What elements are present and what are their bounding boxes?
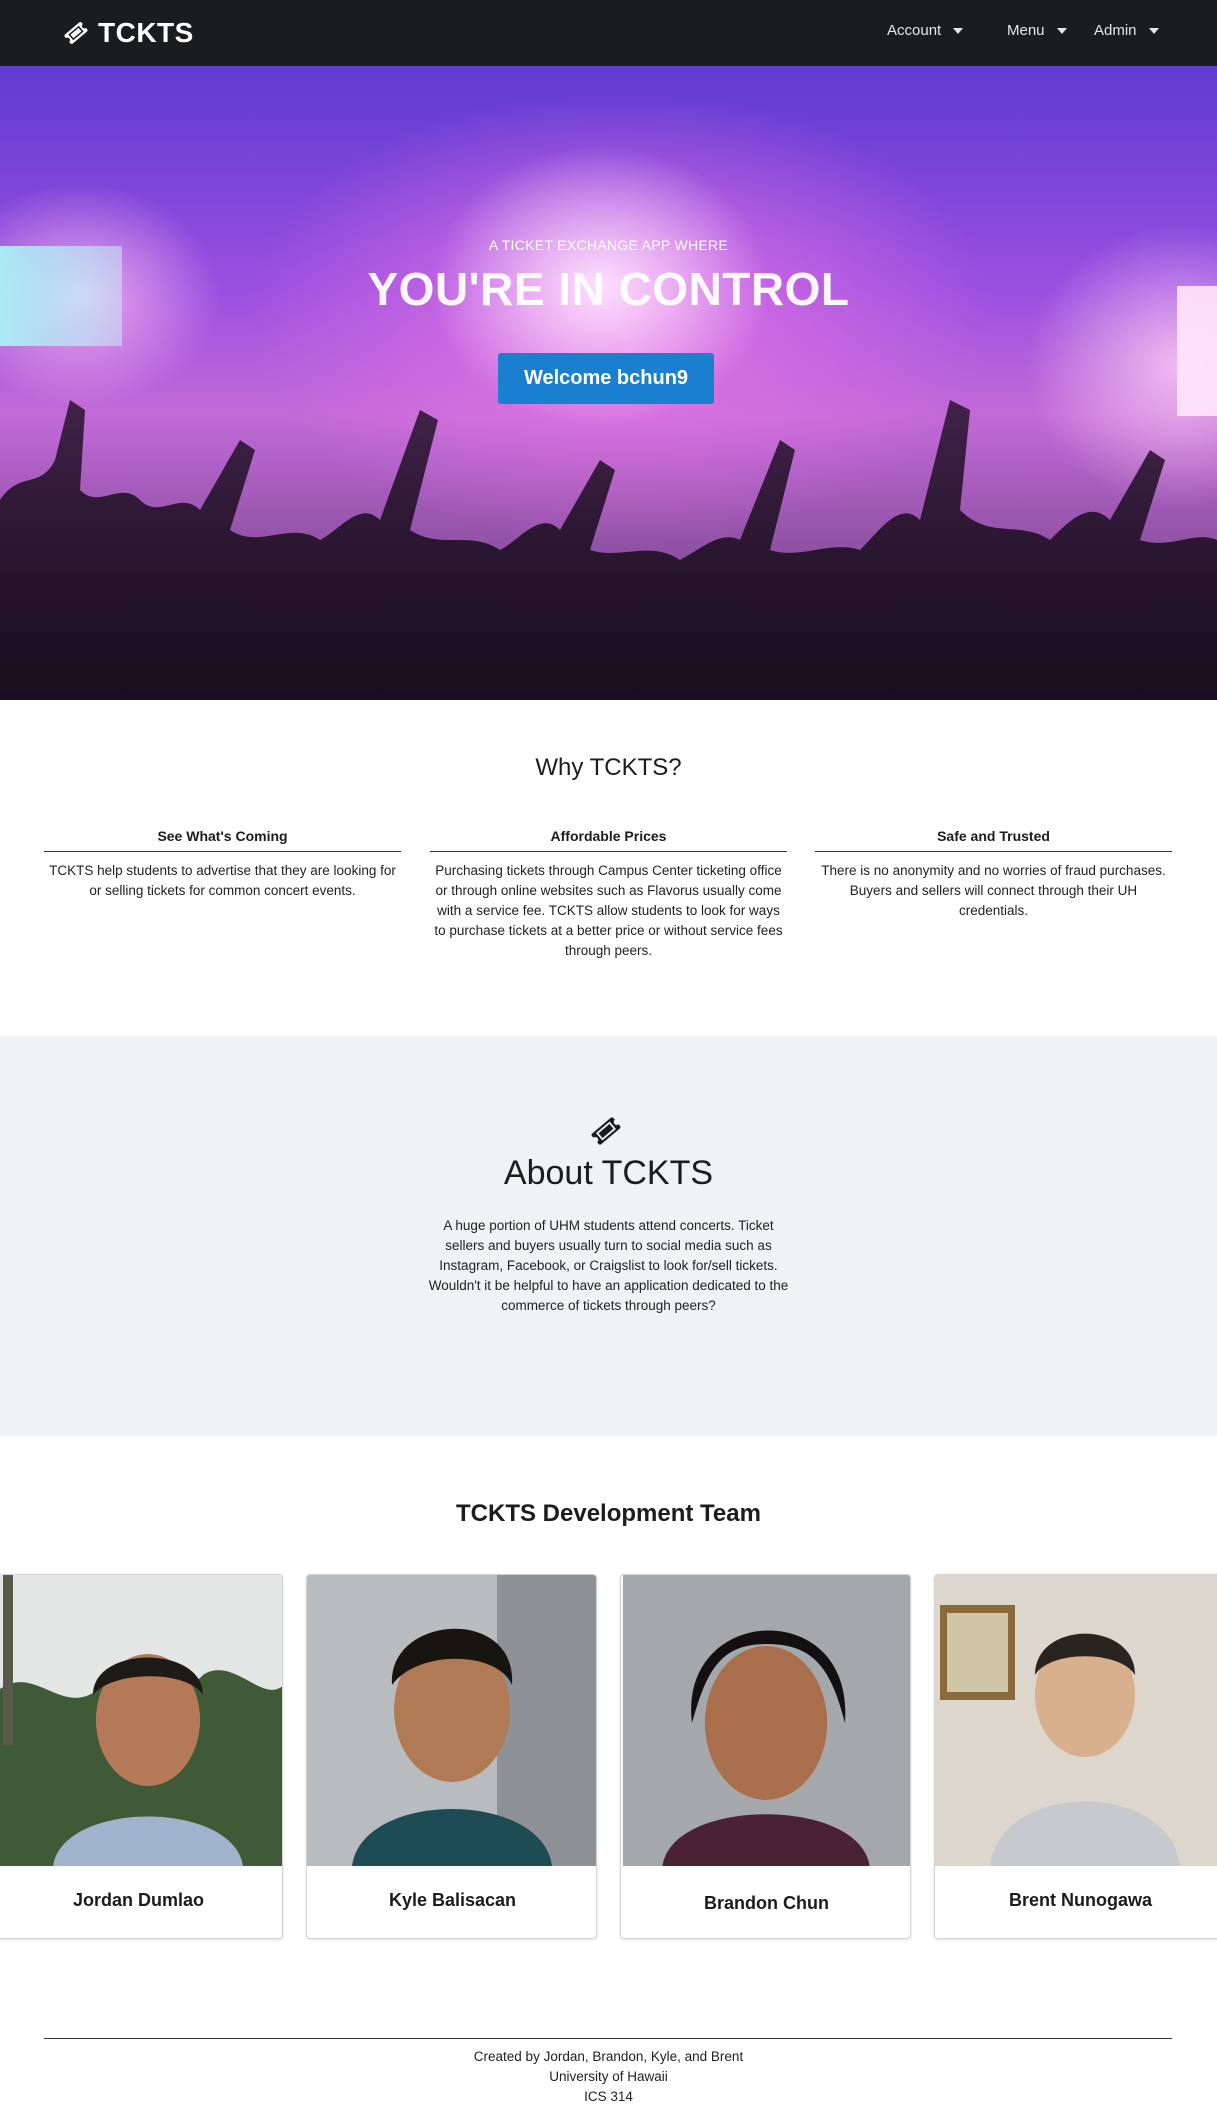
hero-banner: A TICKET EXCHANGE APP WHERE YOU'RE IN CO…: [0, 66, 1217, 700]
brand-link[interactable]: TCKTS: [62, 14, 194, 52]
chevron-down-icon: [953, 27, 964, 34]
team-member-card[interactable]: Brandon Chun: [620, 1574, 911, 1939]
feature-body: Purchasing tickets through Campus Center…: [434, 863, 783, 958]
member-photo: [0, 1575, 282, 1866]
feature-column: Affordable Prices Purchasing tickets thr…: [430, 828, 787, 961]
feature-heading: Safe and Trusted: [815, 828, 1172, 852]
member-photo: [935, 1575, 1217, 1866]
chevron-down-icon: [1056, 27, 1067, 34]
why-section-title: Why TCKTS?: [535, 754, 682, 781]
footer-university: University of Hawaii: [549, 2069, 668, 2084]
crowd-silhouette: [0, 400, 1217, 700]
account-menu[interactable]: Account: [887, 22, 964, 39]
team-title: TCKTS Development Team: [456, 1500, 761, 1527]
feature-column: See What's Coming TCKTS help students to…: [44, 828, 401, 901]
ticket-icon: [591, 1117, 621, 1145]
member-name: Brandon Chun: [704, 1893, 829, 1913]
ticket-icon: [64, 22, 88, 44]
member-name: Jordan Dumlao: [72, 1890, 205, 1910]
account-menu-label: Account: [887, 22, 942, 39]
chevron-down-icon: [1148, 27, 1159, 34]
brand-name: TCKTS: [98, 17, 194, 48]
team-member-card[interactable]: Jordan Dumlao: [0, 1574, 283, 1939]
member-name: Kyle Balisacan: [388, 1890, 517, 1910]
footer-divider: [44, 2038, 1172, 2039]
about-title: About TCKTS: [503, 1154, 714, 1192]
admin-menu[interactable]: Admin: [1094, 22, 1159, 39]
feature-column: Safe and Trusted There is no anonymity a…: [815, 828, 1172, 921]
hero-title: YOU'RE IN CONTROL: [367, 263, 850, 315]
welcome-button[interactable]: Welcome bchun9: [498, 353, 714, 404]
admin-menu-label: Admin: [1094, 22, 1137, 39]
feature-body: There is no anonymity and no worries of …: [821, 863, 1166, 918]
member-photo: [307, 1575, 596, 1866]
footer: Created by Jordan, Brandon, Kyle, and Br…: [0, 2047, 1217, 2107]
team-member-card[interactable]: Brent Nunogawa: [934, 1574, 1217, 1939]
feature-body: TCKTS help students to advertise that th…: [49, 863, 396, 898]
member-photo: [622, 1575, 910, 1866]
hero-subtitle: A TICKET EXCHANGE APP WHERE: [488, 237, 729, 253]
team-member-card[interactable]: Kyle Balisacan: [306, 1574, 597, 1939]
footer-course: ICS 314: [584, 2089, 633, 2104]
feature-heading: Affordable Prices: [430, 828, 787, 852]
main-menu[interactable]: Menu: [1007, 22, 1067, 39]
main-menu-label: Menu: [1007, 22, 1045, 39]
member-name: Brent Nunogawa: [1008, 1890, 1152, 1910]
about-section: About TCKTS A huge portion of UHM studen…: [0, 1036, 1217, 1436]
about-body: A huge portion of UHM students attend co…: [428, 1218, 789, 1313]
footer-credits: Created by Jordan, Brandon, Kyle, and Br…: [473, 2049, 744, 2064]
feature-heading: See What's Coming: [44, 828, 401, 852]
navbar: TCKTS Account Menu Admin: [0, 0, 1217, 66]
